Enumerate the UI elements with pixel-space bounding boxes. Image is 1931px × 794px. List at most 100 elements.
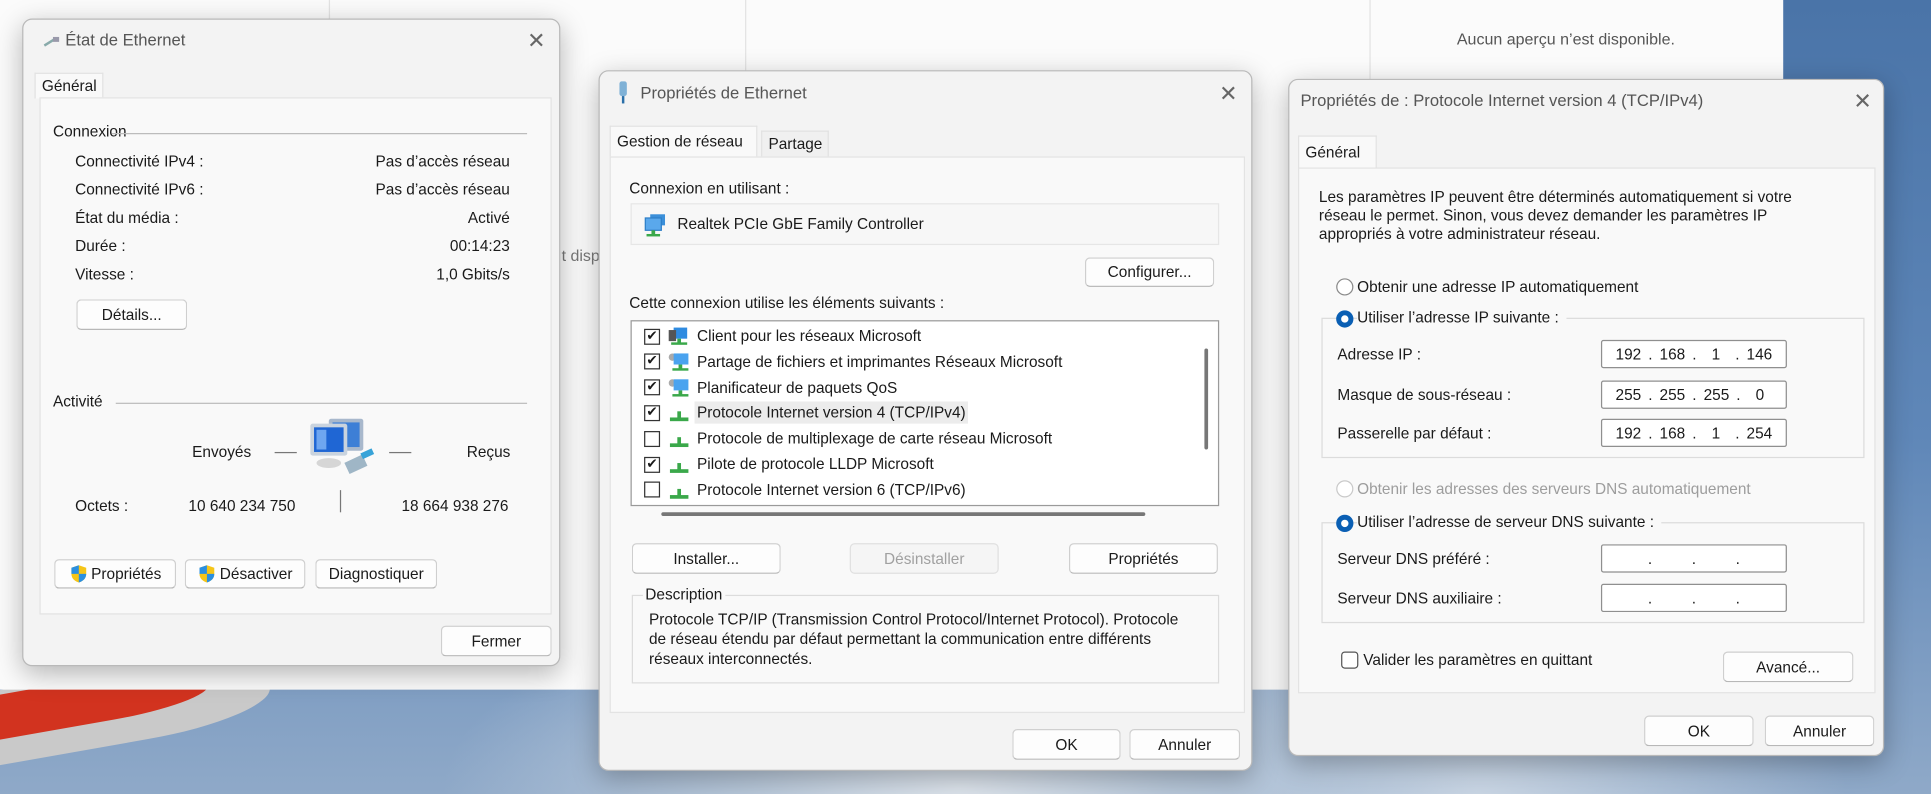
tab-panel: Connexion Connectivité IPv4 : Pas d’accè… [39,97,552,615]
install-button[interactable]: Installer... [631,543,781,574]
item-checkbox[interactable]: ✔ [644,353,661,370]
connection-heading: Connexion [52,123,127,141]
horizontal-scrollbar-thumb[interactable] [661,512,1146,516]
status-row-label: Vitesse : [75,266,134,284]
status-row-label: Connectivité IPv6 : [75,181,204,199]
item-label: Planificateur de paquets QoS [697,378,898,397]
list-item[interactable]: Protocole de multiplexage de carte résea… [632,426,1198,451]
adapter-name: Realtek PCIe GbE Family Controller [677,215,924,233]
item-checkbox[interactable]: ✔ [644,328,661,345]
item-label: Protocole Internet version 6 (TCP/IPv6) [697,481,966,499]
manual-ip-group: Utiliser l’adresse IP suivante : Adresse… [1321,309,1865,459]
status-row-value: Pas d’accès réseau [375,152,510,170]
auto-dns-radio [1336,480,1354,498]
received-label: Reçus [466,443,511,461]
tab-sharing[interactable]: Partage [761,130,829,158]
manual-ip-radio[interactable] [1336,310,1354,328]
manual-ip-label[interactable]: Utiliser l’adresse IP suivante : [1357,309,1567,327]
description-group: Description Protocole TCP/IP (Transmissi… [631,586,1220,684]
auto-dns-label: Obtenir les adresses des serveurs DNS au… [1357,480,1751,498]
auto-ip-label[interactable]: Obtenir une adresse IP automatiquement [1357,278,1638,295]
details-button[interactable]: Détails... [76,299,188,331]
list-item[interactable]: ✔ Partage de fichiers et imprimantes Rés… [632,349,1198,374]
activity-heading: Activité [52,392,103,411]
service-icon [668,353,689,371]
properties-button[interactable]: Propriétés [54,559,177,589]
items-label: Cette connexion utilise les éléments sui… [629,294,945,312]
close-icon[interactable]: ✕ [1219,83,1238,105]
item-checkbox[interactable]: ✔ [644,379,661,396]
description-line: Protocole TCP/IP (Transmission Control P… [649,610,1179,629]
list-item[interactable]: ✔ Client pour les réseaux Microsoft [632,324,1198,349]
tab-general[interactable]: Général [34,72,104,99]
intro-line: appropriés à votre administrateur réseau… [1318,225,1601,243]
configure-button[interactable]: Configurer... [1084,257,1215,287]
status-row-label: Durée : [75,237,126,255]
protocol-icon [669,463,689,473]
manual-dns-group: Utiliser l’adresse de serveur DNS suivan… [1321,513,1865,624]
list-item[interactable]: Protocole Internet version 6 (TCP/IPv6) [632,478,1198,503]
ok-button[interactable]: OK [1644,715,1754,747]
network-adapter-icon [619,81,627,104]
status-row-value: 00:14:23 [449,237,510,255]
validate-checkbox[interactable] [1341,651,1359,669]
connect-using-label: Connexion en utilisant : [629,179,790,198]
tab-panel: Connexion en utilisant : Realtek PCIe Gb… [609,156,1246,714]
diagnose-button[interactable]: Diagnostiquer [315,559,438,589]
close-button[interactable]: Fermer [440,625,552,657]
validate-label[interactable]: Valider les paramètres en quittant [1363,651,1592,668]
vertical-scrollbar-thumb[interactable] [1204,348,1209,450]
network-activity-icon [310,418,375,475]
manual-dns-label[interactable]: Utiliser l’adresse de serveur DNS suivan… [1357,513,1662,531]
ethernet-properties-dialog: Propriétés de Ethernet ✕ Gestion de rése… [598,70,1253,771]
status-row-value: Activé [467,209,510,227]
item-label: Pilote de protocole LLDP Microsoft [697,455,934,473]
component-properties-button[interactable]: Propriétés [1068,543,1218,574]
item-label: Protocole Internet version 4 (TCP/IPv4) [694,401,969,425]
components-list[interactable]: ✔ Client pour les réseaux Microsoft ✔ Pa… [630,320,1220,516]
manual-dns-radio[interactable] [1336,514,1354,533]
status-row-label: Connectivité IPv4 : [75,152,204,170]
item-checkbox[interactable]: ✔ [644,456,661,473]
dialog-title: État de Ethernet [65,30,186,50]
advanced-button[interactable]: Avancé... [1722,651,1854,683]
list-item[interactable]: ✔ Protocole Internet version 4 (TCP/IPv4… [632,401,1198,426]
service-icon [668,378,689,397]
tab-general[interactable]: Général [1298,135,1377,169]
item-checkbox[interactable]: ✔ [644,405,661,422]
subnet-mask-input[interactable]: 255. 255. 255. 0 [1600,380,1787,409]
item-checkbox[interactable] [644,430,661,447]
ip-address-label: Adresse IP : [1337,346,1421,364]
client-icon [668,327,688,345]
gateway-input[interactable]: 192. 168. 1. 254 [1600,418,1787,448]
cancel-button[interactable]: Annuler [1129,729,1241,760]
close-icon[interactable]: ✕ [1853,90,1872,112]
description-line: de réseau étendu par défaut permettant l… [649,630,1152,648]
preferred-dns-input[interactable]: ... [1600,544,1787,573]
alternate-dns-label: Serveur DNS auxiliaire : [1337,589,1502,608]
description-line: réseaux interconnectés. [649,650,813,668]
network-adapter-icon [644,214,666,237]
preferred-dns-label: Serveur DNS préféré : [1337,550,1490,568]
sent-label: Envoyés [192,443,252,461]
alternate-dns-input[interactable]: ... [1600,583,1787,613]
disable-button[interactable]: Désactiver [184,559,306,589]
item-label: Client pour les réseaux Microsoft [697,327,922,345]
list-item[interactable]: ✔ Planificateur de paquets QoS [632,375,1198,400]
disable-button-label: Désactiver [219,565,293,583]
list-item[interactable]: ✔ Pilote de protocole LLDP Microsoft [632,452,1198,477]
auto-ip-radio[interactable] [1336,278,1354,296]
preview-unavailable-text: Aucun aperçu n’est disponible. [1456,29,1675,49]
ok-button[interactable]: OK [1012,729,1121,760]
ip-address-input[interactable]: 192. 168. 1. 146 [1600,339,1787,369]
ipv4-properties-dialog: Propriétés de : Protocole Internet versi… [1288,78,1885,757]
description-heading: Description [642,586,725,604]
uninstall-button: Désinstaller [849,543,999,574]
close-icon[interactable]: ✕ [527,30,546,52]
item-checkbox[interactable] [644,481,661,498]
uac-shield-icon [71,565,87,583]
dialog-title: Propriétés de Ethernet [640,83,807,103]
gateway-label: Passerelle par défaut : [1337,424,1492,443]
tab-networking[interactable]: Gestion de réseau [609,125,758,158]
cancel-button[interactable]: Annuler [1764,715,1875,747]
